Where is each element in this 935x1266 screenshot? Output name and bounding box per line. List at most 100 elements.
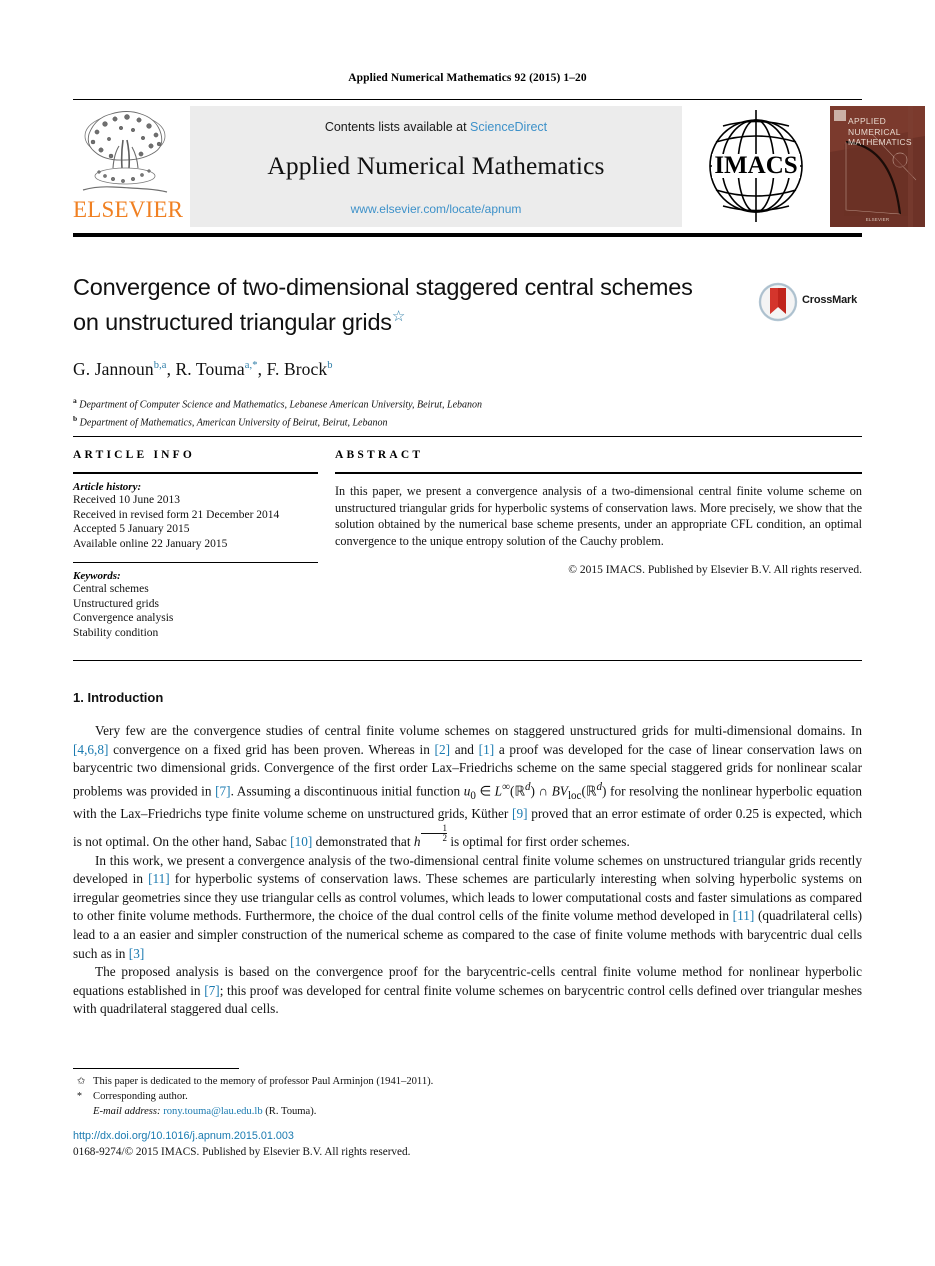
title-line-1: Convergence of two-dimensional staggered… [73,274,693,300]
citation-3[interactable]: [3] [129,946,145,961]
masthead-bottom-rule [73,233,862,237]
paragraph-1: Very few are the convergence studies of … [73,722,862,852]
math-half-fraction: 12 [420,824,448,844]
title-block: Convergence of two-dimensional staggered… [73,272,862,429]
abstract-block: ABSTRACT In this paper, we present a con… [335,449,862,576]
abstract-rule [335,472,862,474]
title-footnote-marker[interactable]: ☆ [392,308,405,325]
journal-title: Applied Numerical Mathematics [267,151,605,180]
elsevier-logo[interactable]: ELSEVIER [73,106,184,228]
citation-10[interactable]: [10] [290,834,312,849]
affiliation-b: b Department of Mathematics, American Un… [73,412,862,430]
article-info-block: ARTICLE INFO Article history: Received 1… [73,449,318,640]
email-address-link[interactable]: rony.touma@lau.edu.lb [163,1106,262,1117]
abstract-heading: ABSTRACT [335,449,424,461]
email-owner: (R. Touma). [262,1106,317,1117]
keywords-title: Keywords: [73,570,121,582]
abstract-bottom-rule [73,660,862,661]
contents-lists-line: Contents lists available at ScienceDirec… [190,120,682,134]
footnote-corresponding-text: Corresponding author. [93,1091,188,1102]
author-sep-2: , [257,358,267,379]
footnote-corresponding-author: * Corresponding author. E-mail address: … [73,1089,673,1119]
citation-468[interactable]: [4,6,8] [73,742,108,757]
article-info-heading: ARTICLE INFO [73,449,196,461]
running-head: Applied Numerical Mathematics 92 (2015) … [348,72,587,84]
issn-copyright-line: 0168-9274/© 2015 IMACS. Published by Els… [73,1146,411,1158]
citation-11b[interactable]: [11] [733,908,755,923]
journal-cover-thumbnail: APPLIED NUMERICAL MATHEMATICS ELSEVIER [830,106,925,227]
masthead-top-rule [73,99,862,100]
article-body: 1. Introduction Very few are the converg… [73,690,862,1019]
page-title: Convergence of two-dimensional staggered… [73,272,733,337]
doi-link[interactable]: http://dx.doi.org/10.1016/j.apnum.2015.0… [73,1130,294,1142]
elsevier-wordmark: ELSEVIER [73,197,184,222]
footnote-star-marker: ✩ [77,1076,86,1087]
p1-text-2: convergence on a fixed grid has been pro… [108,741,435,757]
article-page: Applied Numerical Mathematics 92 (2015) … [0,0,935,1266]
p1-text-8: demonstrated that [312,834,414,850]
author-2-affiliation-marks: a,* [244,360,258,371]
affiliation-b-text: Department of Mathematics, American Univ… [79,416,388,428]
keywords-rule [73,562,318,563]
imacs-globe-icon: IMACS [709,110,803,222]
affiliation-list: a Department of Computer Science and Mat… [73,394,862,430]
crossmark-label: CrossMark [802,294,858,306]
math-Rd-open: (ℝ [509,783,525,799]
author-1-name: G. Jannoun [73,358,154,379]
journal-url-link[interactable]: www.elsevier.com/locate/apnum [190,202,682,216]
affiliation-a: a Department of Computer Science and Mat… [73,394,862,412]
keyword-4: Stability condition [73,626,159,639]
affiliation-a-mark: a [73,395,77,405]
citation-1[interactable]: [1] [479,742,495,757]
history-received: Received 10 June 2013 [73,494,180,506]
article-info-rule [73,472,318,474]
citation-7a[interactable]: [7] [215,783,231,798]
affiliation-a-text: Department of Computer Science and Mathe… [79,399,483,411]
author-3-name: F. Brock [266,358,328,379]
p1-text-9: is optimal for first order schemes. [447,834,630,850]
author-3-affiliation-marks: b [327,360,333,371]
abstract-text: In this paper, we present a convergence … [335,484,862,548]
affiliation-b-mark: b [73,413,78,423]
history-accepted: Accepted 5 January 2015 [73,523,190,535]
sciencedirect-link[interactable]: ScienceDirect [470,120,547,134]
email-address-label: E-mail address: [93,1106,161,1117]
math-Rd2-open: (ℝ [581,783,597,799]
author-list: G. Jannounb,a, R. Toumaa,*, F. Brockb [73,359,862,380]
elsevier-tree-icon [82,111,168,193]
crossmark-icon [758,282,798,322]
citation-9[interactable]: [9] [512,806,528,821]
paragraph-2: In this work, we present a convergence a… [73,852,862,964]
history-revised: Received in revised form 21 December 201… [73,508,280,521]
math-L: L [494,783,503,799]
fraction-denominator: 2 [442,833,448,844]
math-L-sup: ∞ [502,780,510,793]
footnote-separator-rule [73,1068,239,1069]
math-cap: ) ∩ [530,783,552,799]
author-3: F. Brockb [267,359,333,379]
citation-7b[interactable]: [7] [204,983,220,998]
keyword-3: Convergence analysis [73,612,174,624]
math-h: h [413,834,421,850]
imacs-label: IMACS [714,152,797,179]
footnote-email-row: E-mail address: rony.touma@lau.edu.lb (R… [93,1104,673,1119]
citation-2[interactable]: [2] [435,742,451,757]
author-2: R. Toumaa,* [176,359,258,379]
keyword-1: Central schemes [73,583,149,595]
footnote-dedication: ✩ This paper is dedicated to the memory … [73,1074,673,1089]
citation-11a[interactable]: [11] [148,871,170,886]
author-1: G. Jannounb,a [73,359,167,379]
title-bottom-rule [73,436,862,437]
footnote-asterisk-marker: * [77,1091,82,1102]
math-BV: BV [551,783,568,799]
crossmark-badge[interactable]: CrossMark [758,282,862,324]
journal-banner: Contents lists available at ScienceDirec… [190,106,682,227]
math-BV-sub: loc [567,789,582,802]
p1-text-5: . Assuming a discontinuous initial funct… [230,783,464,799]
title-line-2: on unstructured triangular grids [73,308,392,335]
footnote-dedication-text: This paper is dedicated to the memory of… [93,1076,434,1087]
keyword-2: Unstructured grids [73,597,159,610]
contents-prefix: Contents lists available at [324,120,471,134]
cover-publisher: ELSEVIER [865,217,890,222]
footnotes-block: ✩ This paper is dedicated to the memory … [73,1074,673,1119]
